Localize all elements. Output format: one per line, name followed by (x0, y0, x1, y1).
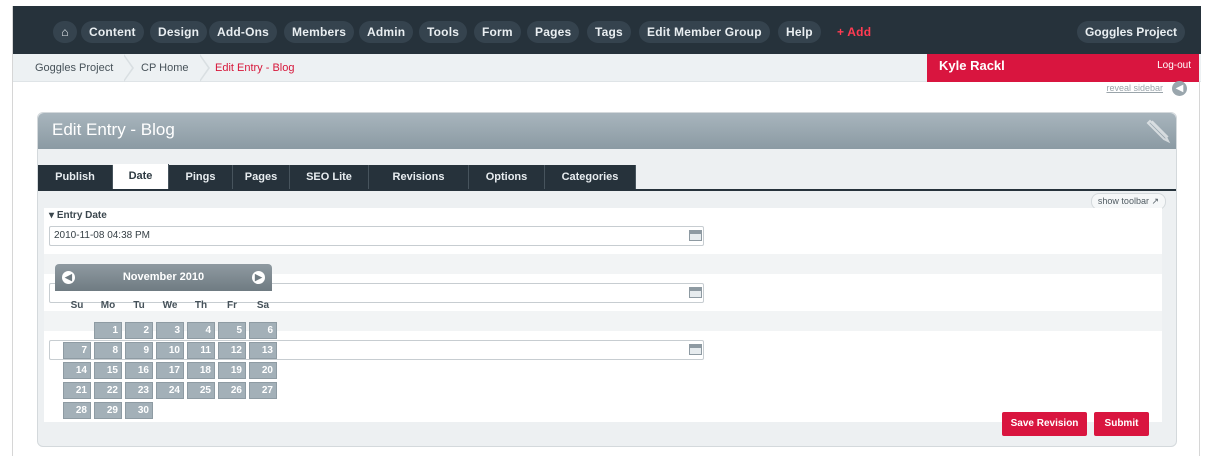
calendar-day[interactable]: 23 (125, 382, 153, 399)
calendar-day[interactable]: 16 (125, 362, 153, 379)
entry-date-value: 2010-11-08 04:38 PM (54, 230, 150, 241)
tab-bar-underline (38, 189, 1176, 191)
calendar-day[interactable]: 19 (218, 362, 246, 379)
show-toolbar-label: show toolbar (1097, 196, 1149, 206)
nav-edit-member-group[interactable]: Edit Member Group (639, 21, 770, 43)
tab-seo-lite[interactable]: SEO Lite (290, 165, 369, 189)
calendar-day[interactable]: 25 (187, 382, 215, 399)
reveal-sidebar-link[interactable]: reveal sidebar (1106, 83, 1163, 93)
nav-design[interactable]: Design (150, 21, 208, 43)
calendar-icon[interactable] (689, 344, 702, 355)
datepicker-header: ◀ November 2010 ▶ (55, 264, 272, 291)
entry-date-input[interactable]: 2010-11-08 04:38 PM (49, 226, 704, 246)
calendar-day[interactable]: 9 (125, 342, 153, 359)
calendar-day[interactable]: 22 (94, 382, 122, 399)
entry-date-label-text: Entry Date (56, 210, 107, 221)
breadcrumb-separator (199, 54, 210, 82)
calendar-day[interactable]: 17 (156, 362, 184, 379)
breadcrumb-cp-home[interactable]: CP Home (141, 54, 188, 82)
calendar-day[interactable]: 27 (249, 382, 277, 399)
calendar-day[interactable]: 18 (187, 362, 215, 379)
nav-members[interactable]: Members (284, 21, 355, 43)
calendar-day[interactable]: 1 (94, 322, 122, 339)
weekday-header: Sa (256, 300, 270, 311)
next-month-icon[interactable]: ▶ (252, 271, 265, 284)
nav-help[interactable]: Help (778, 21, 821, 43)
weekday-header: Fr (227, 300, 237, 311)
tab-pages[interactable]: Pages (233, 165, 290, 189)
nav-form[interactable]: Form (474, 21, 521, 43)
nav-admin[interactable]: Admin (359, 21, 414, 43)
breadcrumb-current: Edit Entry - Blog (215, 62, 295, 74)
calendar-day[interactable]: 3 (156, 322, 184, 339)
calendar-day[interactable]: 2 (125, 322, 153, 339)
tab-pings[interactable]: Pings (169, 165, 233, 189)
page-title: Edit Entry - Blog (52, 120, 175, 139)
calendar-day[interactable]: 13 (249, 342, 277, 359)
nav-pages[interactable]: Pages (527, 21, 580, 43)
calendar-day[interactable]: 15 (94, 362, 122, 379)
nav-tags[interactable]: Tags (587, 21, 631, 43)
calendar-day[interactable]: 5 (218, 322, 246, 339)
calendar-day[interactable]: 28 (63, 402, 91, 419)
calendar-day[interactable]: 26 (218, 382, 246, 399)
reveal-sidebar-icon[interactable]: ◀ (1172, 81, 1187, 96)
tab-revisions[interactable]: Revisions (369, 165, 469, 189)
calendar-day[interactable]: 6 (249, 322, 277, 339)
calendar-day[interactable]: 24 (156, 382, 184, 399)
calendar-day[interactable]: 7 (63, 342, 91, 359)
calendar-day[interactable]: 14 (63, 362, 91, 379)
breadcrumb-separator (123, 54, 134, 82)
calendar-day[interactable]: 20 (249, 362, 277, 379)
calendar-day[interactable]: 10 (156, 342, 184, 359)
calendar-day[interactable]: 8 (94, 342, 122, 359)
calendar-day[interactable]: 11 (187, 342, 215, 359)
user-box: Kyle Rackl Log-out (927, 54, 1199, 82)
weekday-header: Mo (100, 300, 116, 311)
project-switcher[interactable]: Goggles Project (1076, 21, 1185, 43)
calendar-icon[interactable] (689, 230, 702, 241)
nav-tools[interactable]: Tools (419, 21, 468, 43)
app-frame: ⌂ Content Design Add-Ons Members Admin T… (12, 6, 1201, 456)
home-icon[interactable]: ⌂ (53, 21, 77, 43)
logout-link[interactable]: Log-out (1157, 54, 1191, 78)
top-nav: ⌂ Content Design Add-Ons Members Admin T… (13, 6, 1201, 54)
datepicker-month: November 2010 (122, 271, 205, 283)
calendar-day[interactable]: 4 (187, 322, 215, 339)
calendar-day[interactable]: 21 (63, 382, 91, 399)
entry-date-label[interactable]: ▾ Entry Date (49, 210, 107, 221)
pencil-icon (1146, 119, 1171, 144)
calendar-clear-icon[interactable] (689, 287, 702, 298)
weekday-header: We (162, 300, 178, 311)
tab-options[interactable]: Options (469, 165, 545, 189)
nav-content[interactable]: Content (81, 21, 144, 43)
nav-add-ons[interactable]: Add-Ons (209, 21, 278, 43)
calendar-day[interactable]: 30 (125, 402, 153, 419)
save-revision-button[interactable]: Save Revision (1002, 412, 1087, 436)
username[interactable]: Kyle Rackl (939, 54, 1005, 78)
datepicker: ◀ November 2010 ▶ Su Mo Tu We Th Fr Sa 1 2 3 4 5 6 7 8… (55, 264, 277, 422)
weekday-header: Tu (133, 300, 145, 311)
breadcrumb-goggles-project[interactable]: Goggles Project (35, 54, 113, 82)
tab-date[interactable]: Date (113, 164, 169, 189)
weekday-header: Su (70, 300, 84, 311)
calendar-day[interactable]: 12 (218, 342, 246, 359)
nav-add[interactable]: + Add (829, 21, 879, 43)
submit-button[interactable]: Submit (1094, 412, 1149, 436)
tab-publish[interactable]: Publish (38, 165, 113, 189)
weekday-header: Th (194, 300, 208, 311)
panel-header: Edit Entry - Blog (38, 113, 1176, 149)
calendar-day[interactable]: 29 (94, 402, 122, 419)
tab-categories[interactable]: Categories (545, 165, 636, 189)
